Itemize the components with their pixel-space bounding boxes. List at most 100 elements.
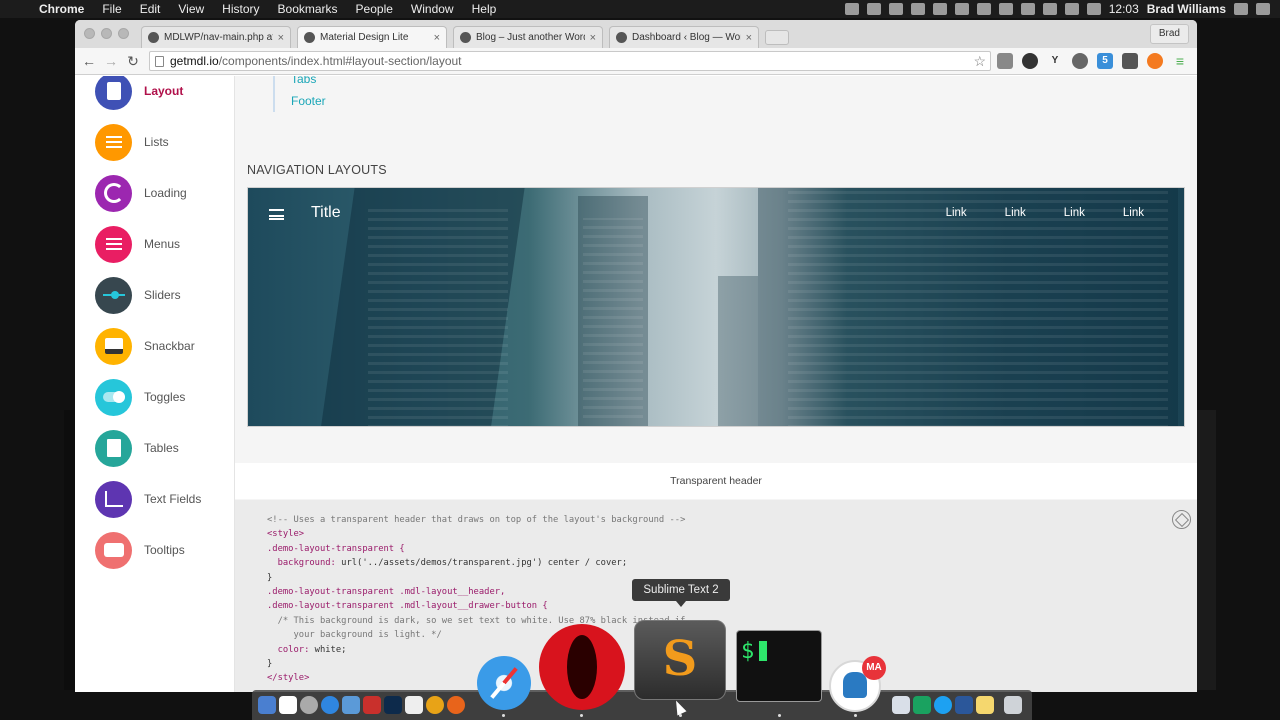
bookmark-star-icon[interactable]: ☆ — [973, 52, 986, 70]
address-bar[interactable]: getmdl.io/components/index.html#layout-s… — [149, 51, 991, 71]
menu-edit[interactable]: Edit — [131, 0, 170, 18]
bluetooth-icon[interactable] — [1020, 3, 1035, 15]
sync-extension-icon[interactable] — [1072, 53, 1088, 69]
wifi-icon[interactable] — [1042, 3, 1057, 15]
sidebar-item-toggles[interactable]: Toggles — [95, 377, 235, 417]
sidebar-item-layout[interactable]: Layout — [95, 76, 235, 111]
chrome-icon[interactable] — [426, 696, 444, 714]
finder-icon[interactable] — [258, 696, 276, 714]
sidebar-item-tooltips[interactable]: Tooltips — [95, 530, 235, 570]
menu-help[interactable]: Help — [463, 0, 506, 18]
battery-icon[interactable] — [1086, 3, 1101, 15]
move-extension-icon[interactable] — [997, 53, 1013, 69]
close-tab-icon[interactable]: × — [434, 32, 440, 44]
sidebar-item-menus[interactable]: Menus — [95, 224, 235, 264]
word-icon[interactable] — [955, 696, 973, 714]
code-line: your background is light. */ — [267, 630, 442, 641]
snackbar-icon — [95, 327, 132, 365]
sidebar-item-loading[interactable]: Loading — [95, 173, 235, 213]
sidebar-item-label: Loading — [144, 186, 187, 200]
sidebar-item-lists[interactable]: Lists — [95, 122, 235, 162]
copy-code-icon[interactable] — [1172, 510, 1191, 529]
close-tab-icon[interactable]: × — [746, 32, 752, 44]
opera-icon[interactable] — [539, 624, 625, 710]
code-line: url('../assets/demos/transparent.jpg') c… — [341, 558, 628, 569]
skype-icon[interactable] — [932, 3, 947, 15]
user-name[interactable]: Brad Williams — [1147, 2, 1226, 16]
hamburger-menu-icon[interactable] — [269, 209, 284, 220]
tab-github[interactable]: MDLWP/nav-main.php at m × — [141, 26, 291, 48]
dollar-icon[interactable] — [976, 3, 991, 15]
notes-app-icon[interactable] — [892, 696, 910, 714]
tab-dashboard[interactable]: Dashboard ‹ Blog — WordP × — [609, 26, 759, 48]
demo-caption: Transparent header — [235, 463, 1197, 499]
chrome-menu-icon[interactable]: ≡ — [1172, 53, 1188, 69]
volume-icon[interactable] — [1064, 3, 1079, 15]
dropbox-icon[interactable] — [866, 3, 881, 15]
sidebar-item-sliders[interactable]: Sliders — [95, 275, 235, 315]
app-store-icon[interactable] — [321, 696, 339, 714]
menu-file[interactable]: File — [93, 0, 130, 18]
back-arrow-icon[interactable]: ← — [80, 52, 98, 70]
color-picker-extension-icon[interactable] — [1022, 53, 1038, 69]
grid-app-icon[interactable] — [405, 696, 423, 714]
toc-link-footer[interactable]: Footer — [291, 90, 326, 112]
menu-window[interactable]: Window — [402, 0, 463, 18]
clock[interactable]: 12:03 — [1109, 2, 1139, 16]
display-icon[interactable] — [954, 3, 969, 15]
toc-link-tabs[interactable]: Tabs — [291, 76, 326, 90]
minimize-window-button[interactable] — [101, 28, 112, 39]
background-window-right — [1196, 410, 1216, 690]
twitter-icon[interactable] — [934, 696, 952, 714]
tab-material-design-lite[interactable]: Material Design Lite × — [297, 26, 447, 48]
sidebar-item-snackbar[interactable]: Snackbar — [95, 326, 235, 366]
reload-icon[interactable]: ↻ — [124, 52, 142, 70]
demo-nav-link[interactable]: Link — [1123, 207, 1144, 219]
box-icon[interactable] — [888, 3, 903, 15]
new-tab-button[interactable] — [765, 30, 789, 45]
sublime-merge-icon[interactable] — [913, 696, 931, 714]
stickies-icon[interactable] — [976, 696, 994, 714]
counter-extension-icon[interactable] — [1122, 53, 1138, 69]
layout-icon — [95, 76, 132, 110]
sidebar-item-text-fields[interactable]: Text Fields — [95, 479, 235, 519]
firefox-icon[interactable] — [447, 696, 465, 714]
menu-bookmarks[interactable]: Bookmarks — [269, 0, 347, 18]
menu-history[interactable]: History — [213, 0, 268, 18]
camera-icon[interactable] — [844, 3, 859, 15]
dock-tooltip: Sublime Text 2 — [632, 579, 730, 607]
tab-blog[interactable]: Blog – Just another WordP × — [453, 26, 603, 48]
sidebar-item-label: Text Fields — [144, 492, 202, 506]
code-line: .demo-layout-transparent .mdl-layout__he… — [267, 587, 506, 598]
close-window-button[interactable] — [84, 28, 95, 39]
sidebar-item-tables[interactable]: Tables — [95, 428, 235, 468]
demo-nav-link[interactable]: Link — [1005, 207, 1026, 219]
safari-icon[interactable] — [477, 656, 531, 710]
photoshop-icon[interactable] — [384, 696, 402, 714]
mail-icon[interactable] — [342, 696, 360, 714]
demo-nav-link[interactable]: Link — [1064, 207, 1085, 219]
calendar-icon[interactable] — [279, 696, 297, 714]
notification-center-icon[interactable] — [1256, 3, 1270, 15]
menu-people[interactable]: People — [347, 0, 402, 18]
y-extension-icon[interactable]: Y — [1047, 53, 1063, 69]
five-extension-icon[interactable]: 5 — [1097, 53, 1113, 69]
menu-app-chrome[interactable]: Chrome — [30, 0, 93, 18]
running-indicator — [580, 714, 583, 717]
close-tab-icon[interactable]: × — [590, 32, 596, 44]
zoom-window-button[interactable] — [118, 28, 129, 39]
demo-nav-link[interactable]: Link — [946, 207, 967, 219]
forward-arrow-icon[interactable]: → — [102, 52, 120, 70]
filezilla-icon[interactable] — [363, 696, 381, 714]
sublime-text-icon[interactable]: S — [634, 620, 726, 700]
spotlight-search-icon[interactable] — [1234, 3, 1248, 15]
launchpad-icon[interactable] — [300, 696, 318, 714]
creative-cloud-icon[interactable] — [910, 3, 925, 15]
terminal-icon[interactable]: $ — [736, 630, 822, 702]
time-machine-icon[interactable] — [998, 3, 1013, 15]
orange-extension-icon[interactable] — [1147, 53, 1163, 69]
profile-button[interactable]: Brad — [1149, 24, 1189, 44]
close-tab-icon[interactable]: × — [278, 32, 284, 44]
menu-view[interactable]: View — [169, 0, 213, 18]
trash-icon[interactable] — [1004, 696, 1022, 714]
